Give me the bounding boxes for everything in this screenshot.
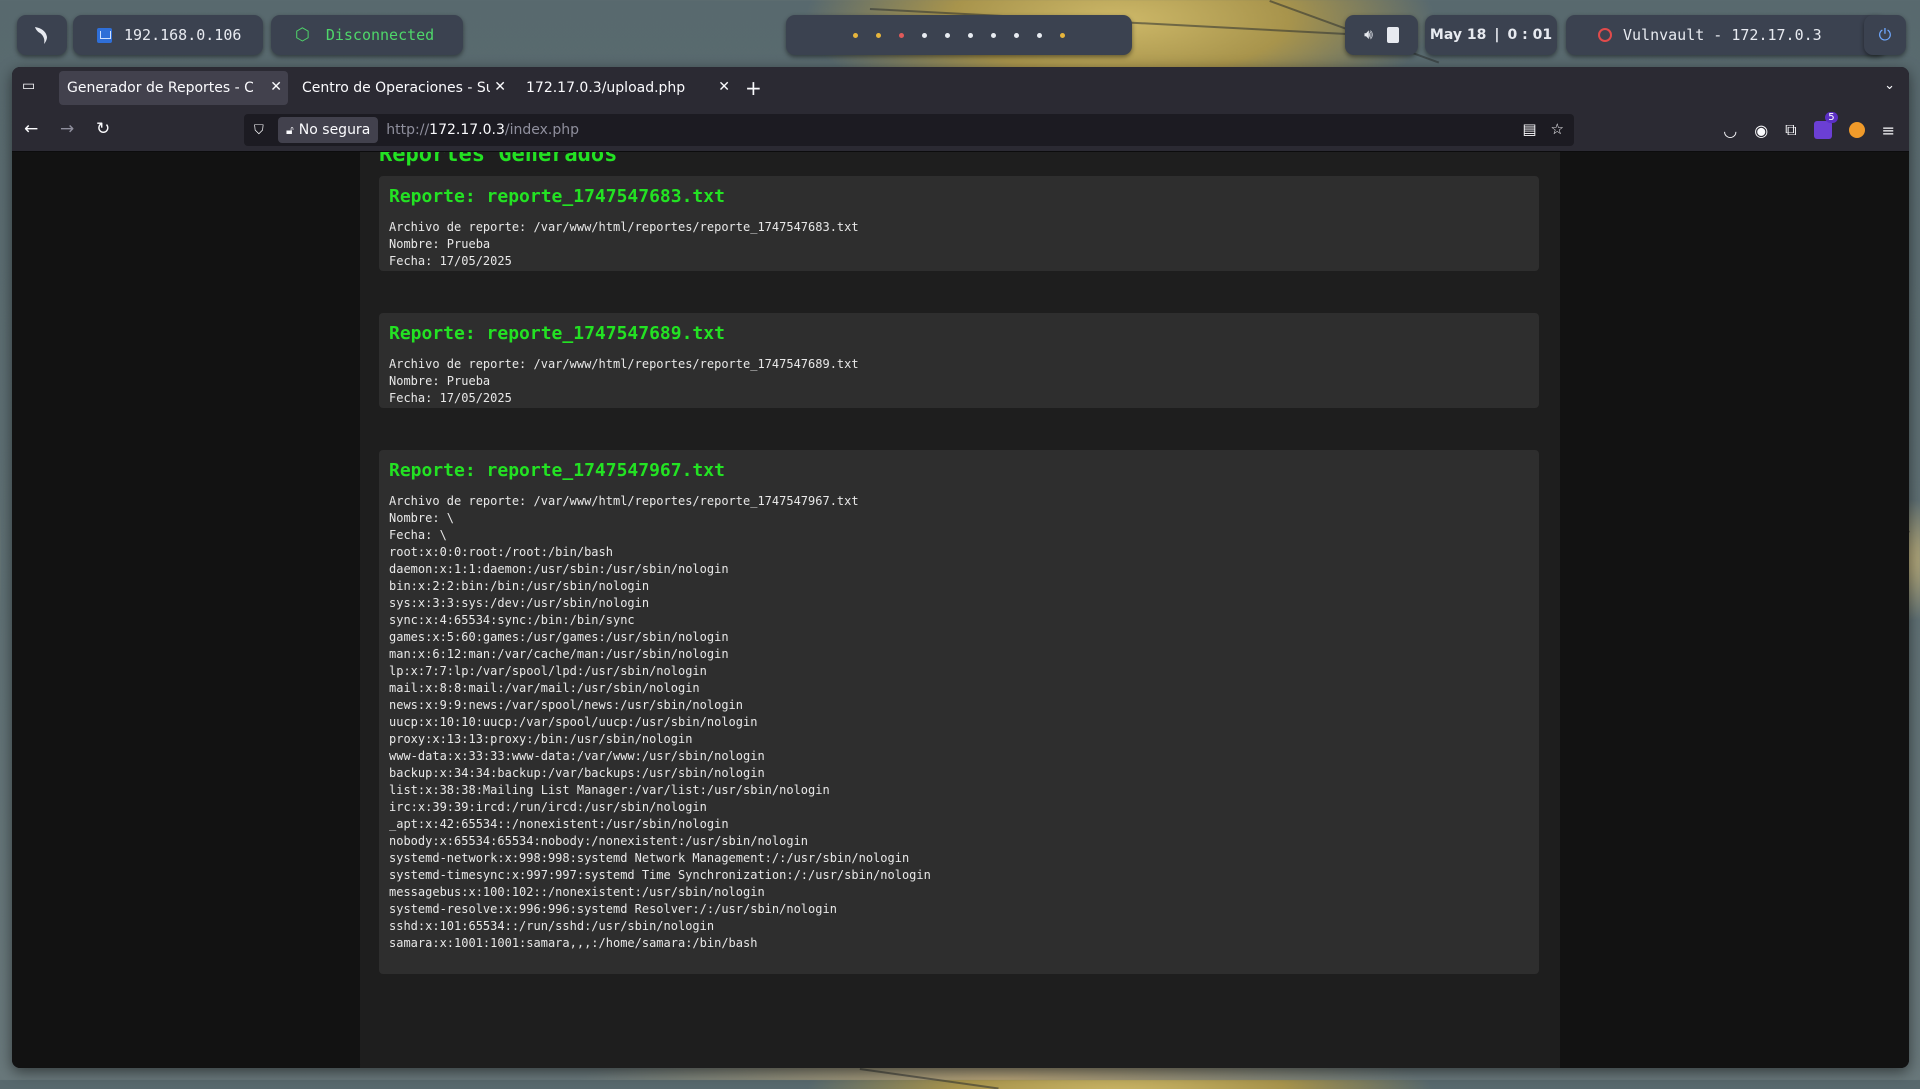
power-button[interactable]: ⏻ (1864, 15, 1906, 55)
power-icon: ⏻ (1878, 25, 1892, 44)
extension-badge-icon[interactable]: 5 (1813, 112, 1838, 139)
security-label: No segura (298, 122, 371, 138)
menu-icon[interactable]: ≡ (1882, 121, 1895, 140)
report-body: Archivo de reporte: /var/www/html/report… (389, 494, 931, 950)
vpn-cube-icon: ⬡ (295, 25, 310, 45)
bookmark-star-icon[interactable]: ☆ (1551, 120, 1564, 138)
tab-centro-operaciones[interactable]: Centro de Operaciones - Sub ✕ (294, 71, 512, 105)
connection-not-secure-badge[interactable]: 🔓︎ No segura (278, 117, 379, 143)
tab-bar: ▭ Generador de Reportes - Centro ✕ Centr… (12, 67, 1909, 109)
workspace-dot[interactable] (1037, 32, 1042, 38)
tab-title: Centro de Operaciones - Sub (302, 80, 490, 96)
nav-bar: ← → ↻ ⛉ 🔓︎ No segura http://172.17.0.3/i… (12, 109, 1909, 152)
workspace-dot[interactable] (922, 32, 927, 38)
tab-close-icon[interactable]: ✕ (270, 79, 282, 95)
report-title: Reporte: reporte_1747547683.txt (389, 186, 725, 207)
url-bar[interactable]: ⛉ 🔓︎ No segura http://172.17.0.3/index.p… (244, 114, 1574, 146)
url-path: /index.php (504, 122, 579, 138)
tracking-shield-icon[interactable]: ⛉ (254, 123, 270, 138)
url-text[interactable]: http://172.17.0.3/index.php (386, 122, 579, 138)
target-icon (1598, 28, 1612, 42)
workspace-dot[interactable] (968, 32, 973, 38)
vpn-status-text: Disconnected (325, 26, 435, 44)
clock-separator: | (1494, 27, 1500, 43)
tab-upload[interactable]: 172.17.0.3/upload.php ✕ (518, 71, 736, 105)
workspace-dot[interactable] (1060, 32, 1065, 38)
report-body: Archivo de reporte: /var/www/html/report… (389, 357, 859, 405)
local-ip-text: 192.168.0.106 (124, 26, 242, 44)
tab-list-icon[interactable]: ▭ (22, 78, 38, 94)
report-card: Reporte: reporte_1747547967.txt Archivo … (379, 450, 1539, 974)
clock-widget[interactable]: May 18 | 0 : 01 (1425, 15, 1557, 55)
report-title: Reporte: reporte_1747547689.txt (389, 323, 725, 344)
pocket-icon[interactable]: ◡ (1723, 121, 1737, 140)
report-card: Reporte: reporte_1747547683.txt Archivo … (379, 176, 1539, 271)
system-tray[interactable]: 🔊︎ (1345, 15, 1418, 55)
target-text: Vulnvault - 172.17.0.3 (1623, 26, 1822, 44)
new-tab-button[interactable]: + (745, 76, 762, 100)
insecure-lock-icon: 🔓︎ (286, 122, 294, 137)
workspace-dot[interactable] (945, 32, 950, 38)
workspace-dot-active[interactable] (899, 32, 904, 38)
workspace-switcher[interactable] (786, 15, 1132, 55)
time-text: 0 : 01 (1507, 27, 1553, 43)
section-title: Reportes Generados (379, 152, 618, 167)
report-body: Archivo de reporte: /var/www/html/report… (389, 220, 859, 268)
next-panel-edge (360, 1061, 1560, 1068)
date-text: May 18 (1429, 27, 1487, 43)
workspace-dot[interactable] (1014, 32, 1019, 38)
vpn-status-widget[interactable]: ⬡ Disconnected (271, 15, 463, 55)
tab-close-icon[interactable]: ✕ (718, 79, 730, 95)
workspace-dot[interactable] (876, 32, 881, 38)
back-button[interactable]: ← (24, 119, 38, 139)
foxyproxy-icon[interactable] (1848, 122, 1865, 138)
tab-title: Generador de Reportes - Centro (67, 80, 253, 96)
reader-view-icon[interactable]: ▤ (1522, 120, 1536, 138)
page-viewport: Reportes Generados Reporte: reporte_1747… (12, 152, 1909, 1068)
url-host: 172.17.0.3 (429, 122, 505, 138)
extension-badge-count: 5 (1825, 112, 1838, 123)
kali-dragon-icon (35, 27, 47, 44)
workspace-dot[interactable] (991, 32, 996, 38)
tab-reportes[interactable]: Generador de Reportes - Centro ✕ (59, 71, 288, 105)
report-title: Reporte: reporte_1747547967.txt (389, 460, 725, 481)
target-widget[interactable]: Vulnvault - 172.17.0.3 (1566, 15, 1886, 55)
workspace-dot[interactable] (853, 32, 858, 38)
tab-title: 172.17.0.3/upload.php (526, 80, 686, 96)
network-monitor-icon (97, 27, 112, 43)
toolbar-icons: ◡ ◉ ⧉ 5 ≡ (1723, 112, 1895, 140)
wallpaper-stroke (859, 1068, 999, 1089)
report-card: Reporte: reporte_1747547689.txt Archivo … (379, 313, 1539, 408)
local-ip-widget[interactable]: 192.168.0.106 (73, 15, 263, 55)
chevron-down-icon[interactable]: ⌄ (1884, 78, 1895, 93)
distro-menu-button[interactable] (17, 15, 67, 55)
volume-icon[interactable]: 🔊︎ (1364, 27, 1373, 43)
reload-button[interactable]: ↻ (96, 119, 110, 139)
reports-container: Reportes Generados Reporte: reporte_1747… (360, 152, 1560, 1068)
browser-window: ▭ Generador de Reportes - Centro ✕ Centr… (12, 67, 1909, 1068)
extensions-icon[interactable]: ⧉ (1785, 120, 1796, 140)
forward-button[interactable]: → (60, 119, 74, 139)
account-icon[interactable]: ◉ (1754, 121, 1768, 140)
battery-icon[interactable] (1386, 27, 1399, 43)
tab-close-icon[interactable]: ✕ (494, 79, 506, 95)
url-scheme: http:// (386, 122, 430, 138)
